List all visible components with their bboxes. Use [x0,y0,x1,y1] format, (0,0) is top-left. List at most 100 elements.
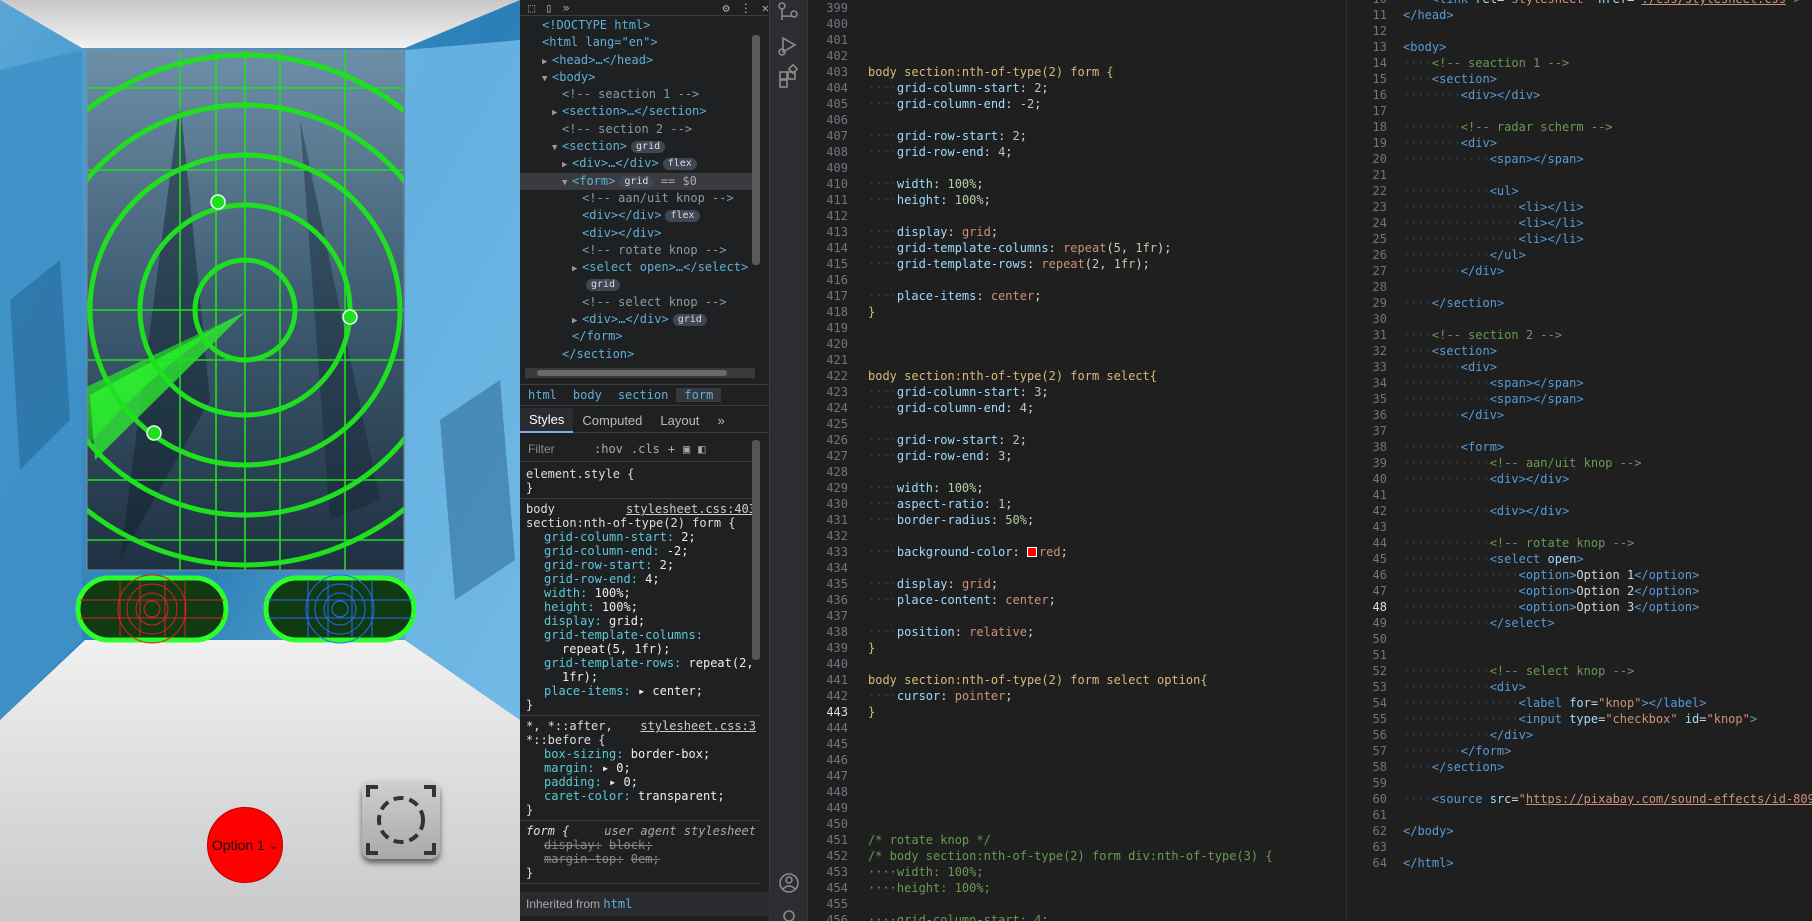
layout-badge[interactable]: flex [662,158,697,171]
code-line[interactable]: 418} [808,304,1278,320]
dom-node[interactable]: <!-- seaction 1 --> [520,86,760,103]
code-line[interactable]: 419 [808,320,1278,336]
device-icon[interactable]: ▯ [545,1,552,15]
code-line[interactable]: 449 [808,800,1278,816]
dom-node[interactable]: <div></div> [520,225,760,242]
code-line[interactable]: 399 [808,0,1278,16]
dom-horizontal-scrollbar[interactable] [525,368,755,378]
breadcrumb-form[interactable]: form [676,388,722,402]
code-line[interactable]: 431 ····border-radius: 50%; [808,512,1278,528]
html-editor[interactable]: 10 ····<link rel="stylesheet" href="./css… [1346,0,1812,921]
code-line[interactable]: 408 ····grid-row-end: 4; [808,144,1278,160]
code-line[interactable]: 433 ····background-color: red; [808,544,1278,560]
code-line[interactable]: 445 [808,736,1278,752]
dom-scrollbar[interactable] [752,35,760,265]
layout-badge[interactable]: flex [665,210,700,223]
code-line[interactable]: 34 ············<span></span> [1347,375,1812,391]
code-line[interactable]: 28 [1347,279,1812,295]
gear-icon[interactable]: ⚙ [723,1,730,15]
code-line[interactable]: 17 [1347,103,1812,119]
code-line[interactable]: 63 [1347,839,1812,855]
code-line[interactable]: 12 [1347,23,1812,39]
code-line[interactable]: 414 ····grid-template-columns: repeat(5, … [808,240,1278,256]
dom-node[interactable]: <!DOCTYPE html> [520,17,760,34]
code-line[interactable]: 417 ····place-items: center; [808,288,1278,304]
code-line[interactable]: 35 ············<span></span> [1347,391,1812,407]
code-line[interactable]: 42 ············<div></div> [1347,503,1812,519]
code-line[interactable]: 406 [808,112,1278,128]
inspect-icon[interactable]: ⬚ [528,1,535,15]
code-line[interactable]: 430 ····aspect-ratio: 1; [808,496,1278,512]
dom-node[interactable]: ▼ <form> grid == $0 [520,172,760,190]
code-line[interactable]: 455 [808,896,1278,912]
code-line[interactable]: 452 /* body section:nth-of-type(2) form d… [808,848,1278,864]
code-line[interactable]: 413 ····display: grid; [808,224,1278,240]
close-icon[interactable]: ✕ [762,1,769,15]
layout-badge[interactable]: grid [586,279,621,292]
code-line[interactable]: 62 </body> [1347,823,1812,839]
styles-scrollbar[interactable] [752,440,760,660]
code-line[interactable]: 403 body section:nth-of-type(2) form { [808,64,1278,80]
kebab-menu-icon[interactable]: ⋮ [740,1,752,15]
select-knob-button[interactable] [362,781,440,859]
code-line[interactable]: 13 <body> [1347,39,1812,55]
code-line[interactable]: 61 [1347,807,1812,823]
code-line[interactable]: 49 ············</select> [1347,615,1812,631]
code-line[interactable]: 404 ····grid-column-start: 2; [808,80,1278,96]
code-line[interactable]: 456 ····grid-column-start: 4; [808,912,1278,921]
code-line[interactable]: 41 [1347,487,1812,503]
code-line[interactable]: 410 ····width: 100%; [808,176,1278,192]
dom-node[interactable]: ▼ <body> [520,69,760,86]
layout-badge[interactable]: grid [672,314,707,327]
dom-node[interactable]: <div></div> flex [520,207,760,224]
code-line[interactable]: 436 ····place-content: center; [808,592,1278,608]
tab-layout[interactable]: Layout [651,409,708,432]
breadcrumb-body[interactable]: body [565,388,610,402]
code-line[interactable]: 447 [808,768,1278,784]
code-line[interactable]: 440 [808,656,1278,672]
code-line[interactable]: 55 ················<input type="checkbox"… [1347,711,1812,727]
code-line[interactable]: 40 ············<div></div> [1347,471,1812,487]
code-line[interactable]: 438 ····position: relative; [808,624,1278,640]
code-line[interactable]: 22 ············<ul> [1347,183,1812,199]
dom-node[interactable]: <!-- aan/uit knop --> [520,190,760,207]
code-line[interactable]: 27 ········</div> [1347,263,1812,279]
dom-node[interactable]: <!-- rotate knop --> [520,242,760,259]
code-line[interactable]: 454 ····height: 100%; [808,880,1278,896]
code-line[interactable]: 24 ················<li></li> [1347,215,1812,231]
code-line[interactable]: 405 ····grid-column-end: -2; [808,96,1278,112]
code-line[interactable]: 444 [808,720,1278,736]
code-line[interactable]: 19 ········<div> [1347,135,1812,151]
dom-node[interactable]: <html lang="en"> [520,34,760,51]
code-line[interactable]: 18 ········<!-- radar scherm --> [1347,119,1812,135]
code-line[interactable]: 30 [1347,311,1812,327]
code-line[interactable]: 421 [808,352,1278,368]
code-line[interactable]: 422 body section:nth-of-type(2) form sele… [808,368,1278,384]
tab-computed[interactable]: Computed [573,409,651,432]
tab-more[interactable]: » [708,409,733,432]
code-line[interactable]: 23 ················<li></li> [1347,199,1812,215]
code-line[interactable]: 428 [808,464,1278,480]
code-line[interactable]: 423 ····grid-column-start: 3; [808,384,1278,400]
dom-node[interactable]: grid [520,276,760,293]
layout-badge[interactable]: grid [631,141,666,154]
code-line[interactable]: 43 [1347,519,1812,535]
code-line[interactable]: 14 ····<!-- seaction 1 --> [1347,55,1812,71]
code-line[interactable]: 443} [808,704,1278,720]
code-line[interactable]: 44 ············<!-- rotate knop --> [1347,535,1812,551]
code-line[interactable]: 429 ····width: 100%; [808,480,1278,496]
code-line[interactable]: 52 ············<!-- select knop --> [1347,663,1812,679]
code-line[interactable]: 37 [1347,423,1812,439]
code-line[interactable]: 432 [808,528,1278,544]
code-line[interactable]: 11 </head> [1347,7,1812,23]
code-line[interactable]: 38 ········<form> [1347,439,1812,455]
code-line[interactable]: 420 [808,336,1278,352]
code-line[interactable]: 47 ················<option>Option 2</opti… [1347,583,1812,599]
dom-node[interactable]: </section> [520,346,760,363]
code-line[interactable]: 10 ····<link rel="stylesheet" href="./css… [1347,0,1812,7]
code-line[interactable]: 415 ····grid-template-rows: repeat(2, 1fr… [808,256,1278,272]
code-line[interactable]: 39 ············<!-- aan/uit knop --> [1347,455,1812,471]
dom-node[interactable]: <!-- select knop --> [520,294,760,311]
code-line[interactable]: 25 ················<li></li> [1347,231,1812,247]
code-line[interactable]: 426 ····grid-row-start: 2; [808,432,1278,448]
